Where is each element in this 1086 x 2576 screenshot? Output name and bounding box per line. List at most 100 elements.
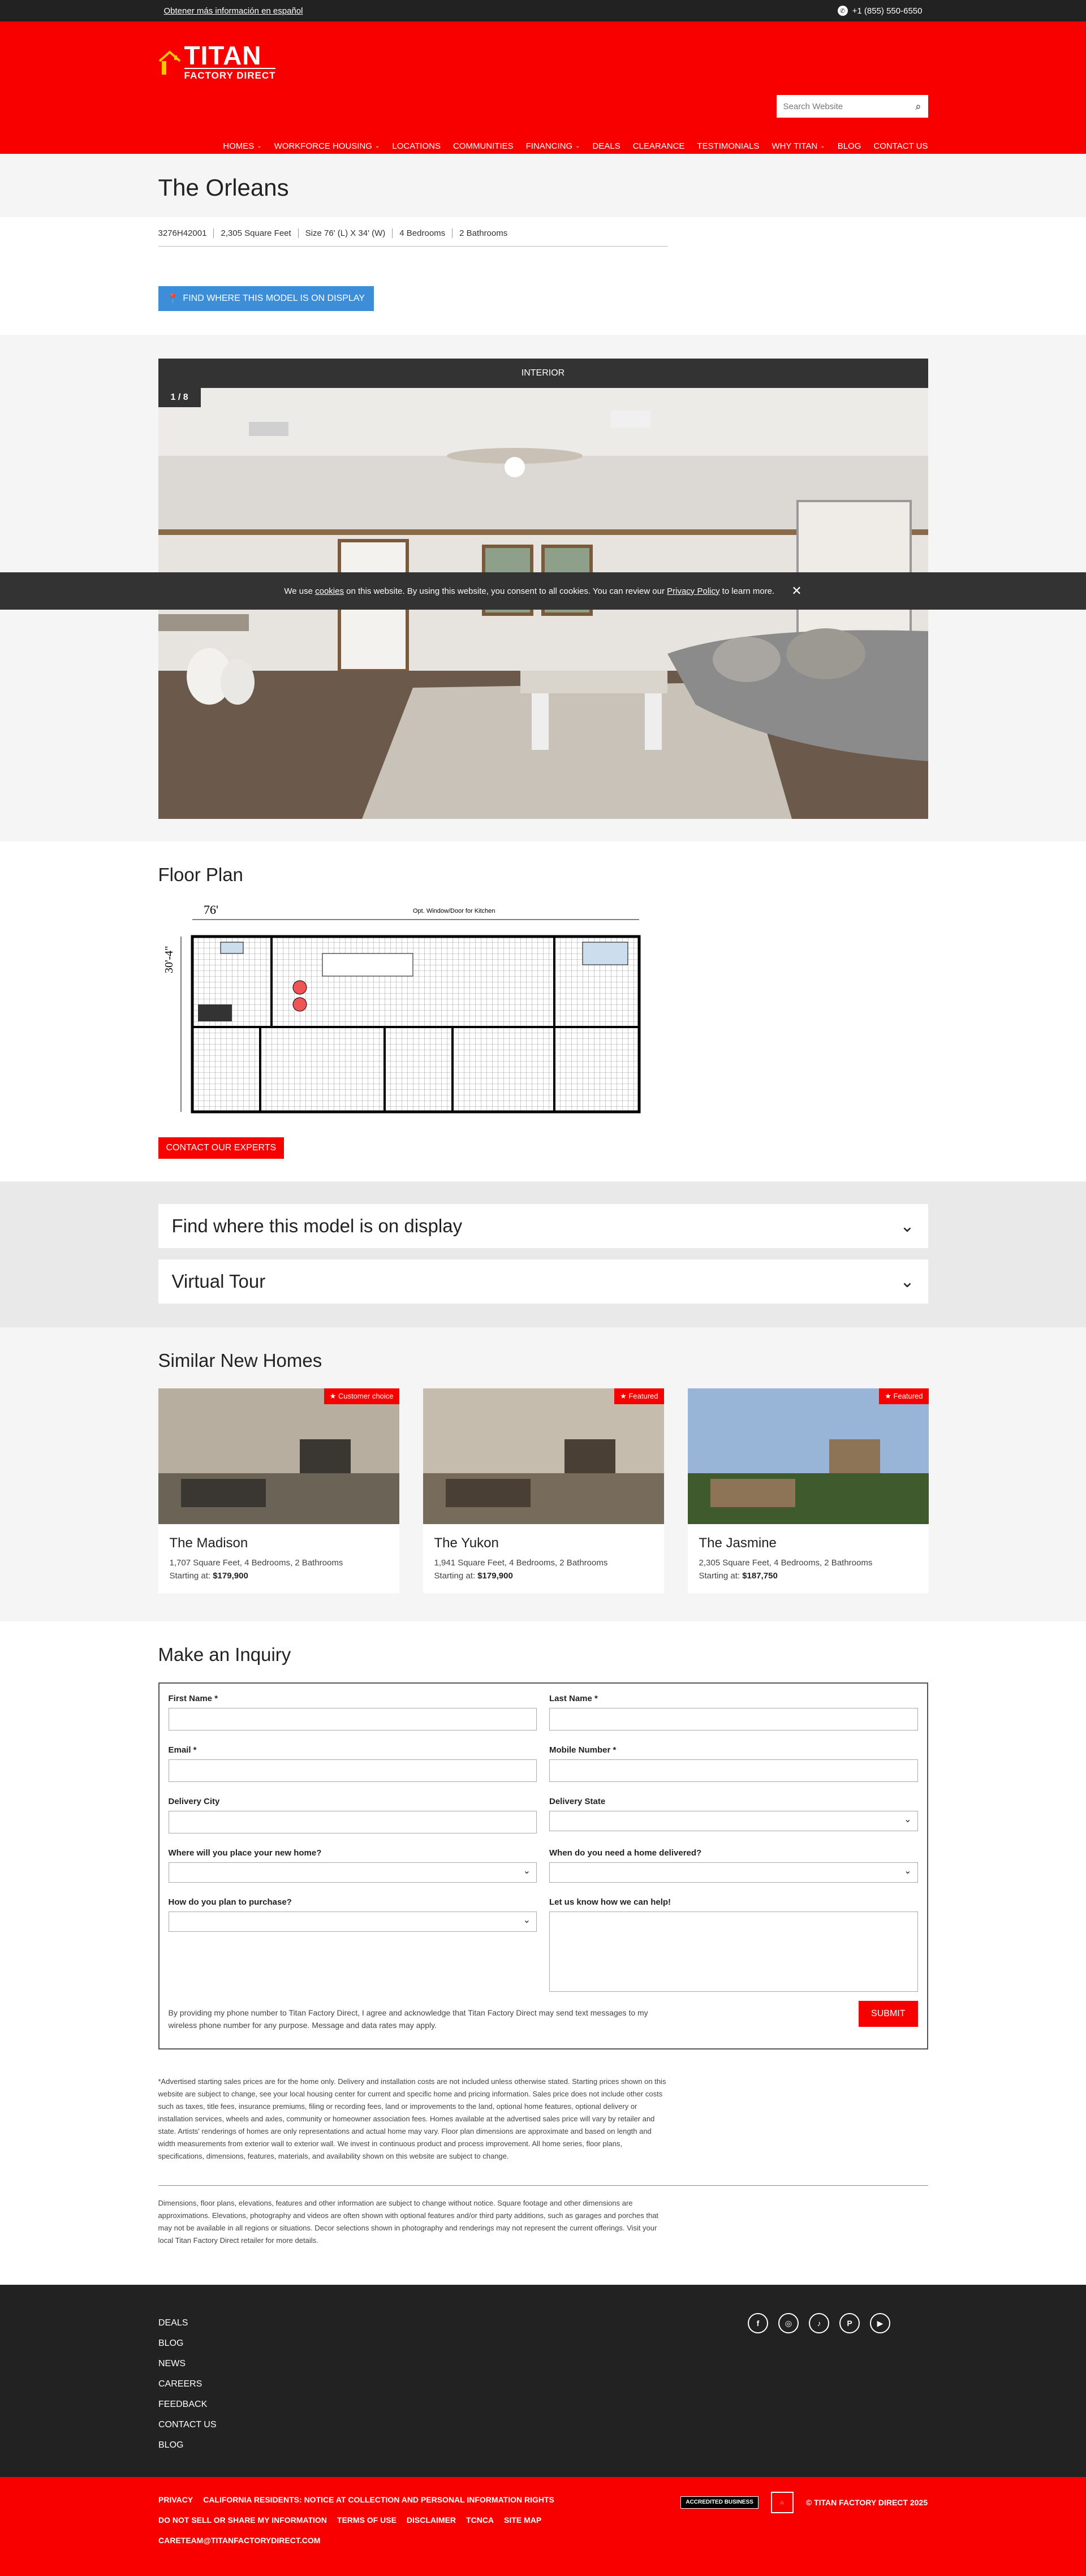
nav-item-label: Locations (392, 141, 441, 151)
home-card-image[interactable]: ★ Featured (423, 1388, 664, 1524)
bottom-link[interactable]: Terms of Use (337, 2515, 397, 2525)
home-card-price: Starting at: $187,750 (699, 1571, 917, 1581)
chevron-down-icon: ⌄ (900, 1272, 915, 1291)
badge-label: Featured (628, 1392, 658, 1400)
instagram-icon[interactable]: ◎ (778, 2313, 799, 2333)
city-field[interactable] (168, 1811, 537, 1833)
nav-item-financing[interactable]: Financing ⌄ (526, 141, 580, 151)
email-link[interactable]: CareTeam@TitanFactoryDirect.com (158, 2536, 320, 2545)
last-name-label: Last Name * (549, 1694, 598, 1703)
nav-item-testimonials[interactable]: Testimonials (697, 141, 759, 151)
phone-link[interactable]: ✆ +1 (855) 550-6550 (837, 6, 923, 16)
bbb-badge[interactable]: ACCREDITED BUSINESS (680, 2496, 759, 2509)
youtube-icon[interactable]: ▶ (870, 2313, 890, 2333)
place-select[interactable] (168, 1862, 537, 1883)
first-name-field[interactable] (168, 1708, 537, 1731)
mobile-field[interactable] (549, 1759, 918, 1782)
home-card[interactable]: ★ Featured The Yukon 1,941 Square Feet, 4 … (423, 1388, 664, 1593)
home-card[interactable]: ★ Customer choice The Madison 1,707 Square… (158, 1388, 399, 1593)
nav-item-clearance[interactable]: Clearance (633, 141, 685, 151)
find-display-button[interactable]: 📍 Find where this model is on display (158, 286, 374, 311)
chevron-down-icon: ⌄ (257, 143, 262, 149)
footer-link[interactable]: Deals (158, 2318, 188, 2328)
home-card[interactable]: ★ Featured The Jasmine 2,305 Square Feet, … (687, 1388, 929, 1593)
email-field[interactable] (168, 1759, 537, 1782)
last-name-field[interactable] (549, 1708, 918, 1731)
bottom-link[interactable]: TCNCA (466, 2515, 494, 2525)
nav-item-contact-us[interactable]: Contact Us (873, 141, 928, 151)
plan-width-label: 76' (204, 903, 218, 917)
featured-badge: ★ Customer choice (324, 1388, 399, 1404)
top-bar: Obtener más información en español ✆ +1 … (0, 0, 1086, 21)
similar-title: Similar New Homes (158, 1350, 322, 1371)
footer-link[interactable]: Blog (158, 2440, 183, 2450)
purchase-label: How do you plan to purchase? (168, 1897, 292, 1907)
nav-item-workforce-housing[interactable]: Workforce Housing ⌄ (274, 141, 380, 151)
contact-experts-button[interactable]: Contact Our Experts (158, 1137, 285, 1159)
cookies-link[interactable]: cookies (315, 586, 344, 596)
cookie-banner: We use cookies on this website. By using… (0, 572, 1086, 610)
search-input[interactable]: Search Website ⌕ (776, 95, 928, 118)
help-textarea[interactable] (549, 1911, 918, 1992)
footer: Deals Blog News Careers Feedback Contact Us Bl… (0, 2285, 1086, 2477)
tiktok-icon[interactable]: ♪ (809, 2313, 829, 2333)
search-icon[interactable]: ⌕ (915, 101, 921, 113)
footer-link[interactable]: Blog (158, 2338, 183, 2348)
price-disclaimer: *Advertised starting sales prices are fo… (158, 2077, 666, 2160)
purchase-select[interactable] (168, 1911, 537, 1932)
featured-badge: ★ Featured (614, 1388, 664, 1404)
footer-link[interactable]: Feedback (158, 2400, 207, 2409)
footer-link[interactable]: Contact Us (158, 2420, 217, 2430)
nav-item-deals[interactable]: Deals (593, 141, 620, 151)
phone-icon: ✆ (837, 6, 848, 16)
nav-item-homes[interactable]: Homes ⌄ (223, 141, 261, 151)
bottom-link[interactable]: Disclaimer (407, 2515, 456, 2525)
help-label: Let us know how we can help! (549, 1897, 671, 1907)
state-select[interactable] (549, 1811, 918, 1831)
equal-housing-icon: ⌂ (770, 2492, 794, 2513)
nav-item-blog[interactable]: Blog (838, 141, 861, 151)
email-label: Email * (168, 1745, 197, 1755)
price-value: $179,900 (477, 1571, 513, 1581)
bottom-link[interactable]: Site Map (504, 2515, 541, 2525)
bottom-link[interactable]: Do Not Sell or Share My Information (158, 2515, 327, 2525)
bottom-link[interactable]: Privacy (158, 2495, 193, 2504)
spec-item: Size 76' (L) X 34' (W) (298, 228, 393, 238)
star-icon: ★ (620, 1392, 629, 1400)
spec-item: 4 Bedrooms (392, 228, 452, 238)
home-card-image[interactable]: ★ Featured (687, 1388, 929, 1524)
nav-item-communities[interactable]: Communities (453, 141, 514, 151)
when-select[interactable] (549, 1862, 918, 1883)
price-value: $187,750 (742, 1571, 778, 1581)
pinterest-icon[interactable]: P (839, 2313, 860, 2333)
nav-item-why-titan[interactable]: Why Titan ⌄ (772, 141, 825, 151)
floor-plan-image[interactable]: 76' 30'-4" Opt. Window/Door for Kitchen (158, 903, 650, 1123)
bottom-link[interactable]: California Residents: Notice at Collecti… (203, 2495, 554, 2504)
footer-link[interactable]: Careers (158, 2379, 202, 2389)
nav-item-label: Homes (223, 141, 255, 151)
home-card-name: The Jasmine (699, 1535, 777, 1551)
accordion-item[interactable]: Find where this model is on display ⌄ (158, 1204, 928, 1248)
close-icon[interactable]: ✕ (791, 584, 801, 598)
submit-button[interactable]: Submit (859, 2001, 918, 2027)
nav-item-locations[interactable]: Locations (392, 141, 441, 151)
home-card-image[interactable]: ★ Customer choice (158, 1388, 399, 1524)
inquiry-section: Make an Inquiry First Name * Last Name *… (0, 1621, 1086, 2264)
house-logo-icon (158, 48, 181, 77)
price-label: Starting at: (169, 1571, 211, 1581)
badge-label: Featured (893, 1392, 923, 1400)
spanish-link[interactable]: Obtener más información en español (164, 6, 303, 16)
site-header: TITAN FACTORY DIRECT Search Website ⌕ Ho… (0, 21, 1086, 154)
home-card-name: The Yukon (434, 1535, 499, 1551)
price-label: Starting at: (434, 1571, 476, 1581)
logo[interactable]: TITAN FACTORY DIRECT (158, 42, 276, 81)
nav-item-label: Communities (453, 141, 514, 151)
privacy-policy-link[interactable]: Privacy Policy (667, 586, 719, 596)
chevron-down-icon: ⌄ (820, 143, 825, 149)
accordion-section: Find where this model is on display ⌄ Virt… (0, 1181, 1086, 1327)
home-card-details: 2,305 Square Feet, 4 Bedrooms, 2 Bathroo… (699, 1558, 873, 1568)
facebook-icon[interactable]: f (748, 2313, 768, 2333)
first-name-label: First Name * (168, 1694, 218, 1703)
accordion-item[interactable]: Virtual Tour ⌄ (158, 1259, 928, 1304)
footer-link[interactable]: News (158, 2359, 186, 2368)
